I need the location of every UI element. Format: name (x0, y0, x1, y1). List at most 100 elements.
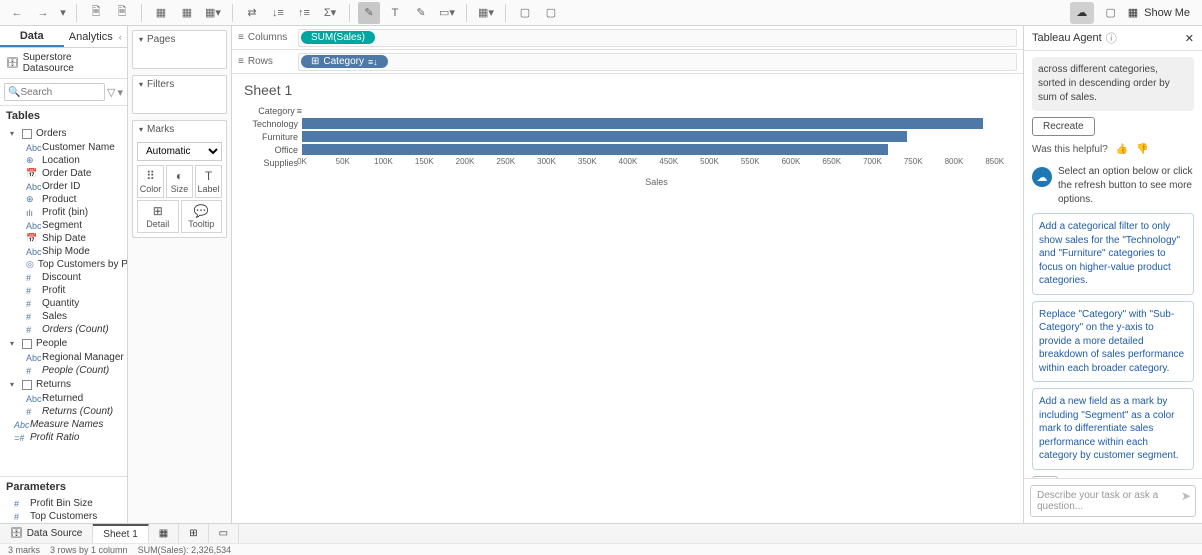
clear-button[interactable]: ▦▾ (202, 2, 224, 24)
swap-button[interactable]: ⇄ (241, 2, 263, 24)
thumbs-up-button[interactable]: 👍 (1116, 144, 1128, 155)
agent-suggestion-3[interactable]: Add a new field as a mark by including "… (1032, 388, 1194, 470)
field-profit-bin-[interactable]: ılıProfit (bin) (0, 206, 127, 219)
field-sales[interactable]: #Sales (0, 310, 127, 323)
field-profit-ratio[interactable]: =#Profit Ratio (0, 431, 127, 444)
field-order-date[interactable]: 📅Order Date (0, 167, 127, 180)
table-orders[interactable]: ▾Orders (0, 126, 127, 141)
field-customer-name[interactable]: AbcCustomer Name (0, 141, 127, 154)
save-button[interactable]: 🗎 (85, 2, 107, 24)
new-dashboard-tab[interactable]: ⊞ (179, 524, 208, 543)
search-field[interactable] (20, 87, 101, 98)
menu-dropdown[interactable]: ▾ (117, 86, 123, 99)
field-top-customers-by-p-[interactable]: ◎Top Customers by P... (0, 258, 127, 271)
showme-label[interactable]: Show Me (1144, 7, 1190, 19)
search-input[interactable]: 🔍 (4, 83, 105, 101)
field-orders-count-[interactable]: #Orders (Count) (0, 323, 127, 336)
agent-suggestion-1[interactable]: Add a categorical filter to only show sa… (1032, 213, 1194, 295)
field-location[interactable]: ⊕Location (0, 154, 127, 167)
redo-dropdown[interactable]: ▾ (58, 2, 68, 24)
param-top-customers[interactable]: #Top Customers (0, 510, 127, 523)
columns-shelf-label: ≡Columns (232, 32, 292, 43)
showhide-cards-button[interactable]: ▦▾ (475, 2, 497, 24)
bar-technology[interactable] (302, 118, 983, 129)
field-people-count-[interactable]: #People (Count) (0, 364, 127, 377)
totals-button[interactable]: Σ▾ (319, 2, 341, 24)
status-marks: 3 marks (8, 545, 40, 555)
format-button[interactable]: ✎ (410, 2, 432, 24)
marks-detail[interactable]: ⊞Detail (137, 200, 179, 233)
field-segment[interactable]: AbcSegment (0, 219, 127, 232)
marks-card: ▾Marks Automatic ⠿Color ◐Size TLabel ⊞De… (132, 120, 227, 238)
field-ship-date[interactable]: 📅Ship Date (0, 232, 127, 245)
sort-asc-button[interactable]: ↓≡ (267, 2, 289, 24)
tab-data-source[interactable]: 🗄Data Source (0, 524, 93, 543)
rows-pill-category[interactable]: ⊞Category≡↓ (301, 55, 388, 68)
send-icon[interactable]: ➤ (1181, 489, 1191, 503)
duplicate-button[interactable]: ▦ (176, 2, 198, 24)
tab-data[interactable]: Data (0, 26, 64, 47)
marks-size[interactable]: ◐Size (166, 165, 193, 198)
agent-summary: across different categories, sorted in d… (1032, 57, 1194, 111)
x-tick: 400K (619, 157, 638, 166)
recreate-button[interactable]: Recreate (1032, 117, 1095, 136)
table-returns[interactable]: ▾Returns (0, 377, 127, 392)
field-ship-mode[interactable]: AbcShip Mode (0, 245, 127, 258)
x-tick: 300K (537, 157, 556, 166)
new-story-tab[interactable]: ▭ (209, 524, 239, 543)
fit-button[interactable]: ▭▾ (436, 2, 458, 24)
rows-shelf[interactable]: ⊞Category≡↓ (298, 53, 1017, 71)
x-tick: 550K (741, 157, 760, 166)
field-order-id[interactable]: AbcOrder ID (0, 180, 127, 193)
highlight-button[interactable]: ✎ (358, 2, 380, 24)
undo-button[interactable]: ← (6, 2, 28, 24)
status-sum: SUM(Sales): 2,326,534 (138, 545, 232, 555)
status-rows: 3 rows by 1 column (50, 545, 128, 555)
filters-card: ▾Filters (132, 75, 227, 114)
field-returns-count-[interactable]: #Returns (Count) (0, 405, 127, 418)
agent-suggestion-2[interactable]: Replace "Category" with "Sub-Category" o… (1032, 301, 1194, 383)
x-tick: 350K (578, 157, 597, 166)
field-product[interactable]: ⊕Product (0, 193, 127, 206)
data-guide-button[interactable]: ▢ (1100, 2, 1122, 24)
thumbs-down-button[interactable]: 👎 (1136, 144, 1148, 155)
tableau-agent-toggle[interactable]: ☁ (1070, 2, 1094, 24)
labels-button[interactable]: T (384, 2, 406, 24)
mark-type-select[interactable]: Automatic (137, 142, 222, 161)
helpful-label: Was this helpful? (1032, 144, 1108, 155)
marks-color[interactable]: ⠿Color (137, 165, 164, 198)
tab-analytics[interactable]: Analytics‹ (64, 26, 128, 47)
parameters-header: Parameters (0, 476, 127, 497)
columns-shelf[interactable]: SUM(Sales) (298, 29, 1017, 47)
field-quantity[interactable]: #Quantity (0, 297, 127, 310)
redo-button[interactable]: → (32, 2, 54, 24)
share-button[interactable]: ▢ (540, 2, 562, 24)
y-label-furniture: Furniture (244, 131, 302, 144)
datasource-row[interactable]: 🗄 Superstore Datasource (0, 48, 127, 79)
close-agent-button[interactable]: ✕ (1185, 32, 1194, 45)
table-people[interactable]: ▾People (0, 336, 127, 351)
x-tick: 500K (700, 157, 719, 166)
field-returned[interactable]: AbcReturned (0, 392, 127, 405)
sheet-tabs: 🗄Data Source Sheet 1 ▦ ⊞ ▭ (0, 523, 1202, 543)
bar-office-supplies[interactable] (302, 144, 888, 155)
filter-icon[interactable]: ▽ (107, 86, 115, 99)
field-regional-manager[interactable]: AbcRegional Manager (0, 351, 127, 364)
tab-sheet-1[interactable]: Sheet 1 (93, 524, 148, 543)
sort-desc-button[interactable]: ↑≡ (293, 2, 315, 24)
bar-furniture[interactable] (302, 131, 907, 142)
columns-pill-sum-sales[interactable]: SUM(Sales) (301, 31, 375, 44)
marks-label[interactable]: TLabel (195, 165, 222, 198)
agent-input[interactable]: Describe your task or ask a question... … (1030, 485, 1196, 517)
field-profit[interactable]: #Profit (0, 284, 127, 297)
marks-tooltip[interactable]: 💬Tooltip (181, 200, 223, 233)
new-datasource-button[interactable]: 🗎 (111, 2, 133, 24)
param-profit-bin-size[interactable]: #Profit Bin Size (0, 497, 127, 510)
field-discount[interactable]: #Discount (0, 271, 127, 284)
field-measure-names[interactable]: AbcMeasure Names (0, 418, 127, 431)
presentation-button[interactable]: ▢ (514, 2, 536, 24)
y-label-office-supplies: Office Supplies (244, 144, 302, 157)
new-worksheet-tab[interactable]: ▦ (149, 524, 179, 543)
sheet-title[interactable]: Sheet 1 (244, 82, 1011, 98)
new-worksheet-button[interactable]: ▦ (150, 2, 172, 24)
